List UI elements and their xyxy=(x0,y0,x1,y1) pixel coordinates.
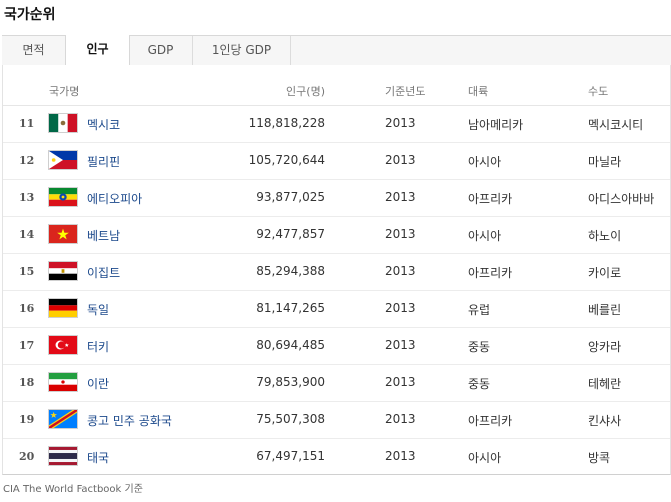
rank-number: 14 xyxy=(19,228,35,241)
header-country: 국가명 xyxy=(49,85,80,98)
ranking-table: 국가명 인구(명) 기준년도 대륙 수도 11 멕시코 118,818,228 … xyxy=(2,65,671,475)
country-name-link[interactable]: 이집트 xyxy=(87,264,120,281)
capital-value: 하노이 xyxy=(588,229,622,243)
table-row: 14 베트남 92,477,857 2013 아시아 하노이 xyxy=(3,216,670,254)
capital-value: 앙카라 xyxy=(588,340,622,354)
germany-flag-icon xyxy=(48,298,78,318)
iran-flag-icon xyxy=(48,372,78,392)
capital-value: 테헤란 xyxy=(588,377,622,391)
population-value: 79,853,900 xyxy=(256,375,325,389)
header-continent: 대륙 xyxy=(468,85,489,98)
year-value: 2013 xyxy=(385,338,416,352)
tab-gdp[interactable]: GDP xyxy=(129,36,193,65)
country-name-link[interactable]: 독일 xyxy=(87,301,109,318)
table-row: 13 에티오피아 93,877,025 2013 아프리카 아디스아바바 xyxy=(3,179,670,217)
rank-number: 12 xyxy=(19,154,35,167)
header-year: 기준년도 xyxy=(385,85,426,98)
turkey-flag-icon xyxy=(48,335,78,355)
year-value: 2013 xyxy=(385,449,416,463)
tab-area[interactable]: 면적 xyxy=(2,36,66,65)
country-name-link[interactable]: 필리핀 xyxy=(87,153,120,170)
capital-value: 아디스아바바 xyxy=(588,192,655,206)
rank-number: 16 xyxy=(19,302,35,315)
vietnam-flag-icon xyxy=(48,224,78,244)
country-name-link[interactable]: 콩고 민주 공화국 xyxy=(87,412,172,429)
capital-value: 베를린 xyxy=(588,303,622,317)
continent-value: 남아메리카 xyxy=(468,118,524,132)
header-population: 인구(명) xyxy=(286,85,325,98)
table-row: 15 이집트 85,294,388 2013 아프리카 카이로 xyxy=(3,253,670,291)
year-value: 2013 xyxy=(385,301,416,315)
rank-number: 20 xyxy=(19,450,35,463)
continent-value: 아시아 xyxy=(468,155,502,169)
thailand-flag-icon xyxy=(48,446,78,466)
population-value: 93,877,025 xyxy=(256,190,325,204)
table-row: 11 멕시코 118,818,228 2013 남아메리카 멕시코시티 xyxy=(3,105,670,143)
philippines-flag-icon xyxy=(48,150,78,170)
rank-number: 11 xyxy=(19,117,35,130)
capital-value: 킨샤사 xyxy=(588,414,622,428)
egypt-flag-icon xyxy=(48,261,78,281)
population-value: 75,507,308 xyxy=(256,412,325,426)
year-value: 2013 xyxy=(385,190,416,204)
dr-congo-flag-icon xyxy=(48,409,78,429)
tab-population[interactable]: 인구 xyxy=(65,35,130,66)
country-name-link[interactable]: 에티오피아 xyxy=(87,190,142,207)
table-header: 국가명 인구(명) 기준년도 대륙 수도 xyxy=(3,65,670,106)
rank-number: 19 xyxy=(19,413,35,426)
continent-value: 아프리카 xyxy=(468,414,513,428)
continent-value: 아프리카 xyxy=(468,192,513,206)
header-capital: 수도 xyxy=(588,85,609,98)
population-value: 105,720,644 xyxy=(248,153,325,167)
mexico-flag-icon xyxy=(48,113,78,133)
capital-value: 카이로 xyxy=(588,266,622,280)
category-tabs: 면적 인구 GDP 1인당 GDP xyxy=(2,35,671,66)
continent-value: 중동 xyxy=(468,377,491,391)
table-row: 18 이란 79,853,900 2013 중동 테헤란 xyxy=(3,364,670,402)
tab-gdp-per-capita[interactable]: 1인당 GDP xyxy=(193,36,291,65)
year-value: 2013 xyxy=(385,116,416,130)
table-row: 12 필리핀 105,720,644 2013 아시아 마닐라 xyxy=(3,142,670,180)
year-value: 2013 xyxy=(385,375,416,389)
table-row: 19 콩고 민주 공화국 75,507,308 2013 아프리카 킨샤사 xyxy=(3,401,670,439)
ethiopia-flag-icon xyxy=(48,187,78,207)
population-value: 67,497,151 xyxy=(256,449,325,463)
source-note: CIA The World Factbook 기준 xyxy=(3,484,143,495)
year-value: 2013 xyxy=(385,153,416,167)
capital-value: 멕시코시티 xyxy=(588,118,644,132)
rank-number: 17 xyxy=(19,339,35,352)
country-name-link[interactable]: 태국 xyxy=(87,449,109,466)
capital-value: 방콕 xyxy=(588,451,611,465)
population-value: 85,294,388 xyxy=(256,264,325,278)
country-name-link[interactable]: 터키 xyxy=(87,338,109,355)
continent-value: 유럽 xyxy=(468,303,491,317)
rank-number: 15 xyxy=(19,265,35,278)
continent-value: 중동 xyxy=(468,340,491,354)
country-name-link[interactable]: 베트남 xyxy=(87,227,120,244)
page-title: 국가순위 xyxy=(4,7,56,23)
continent-value: 아시아 xyxy=(468,451,502,465)
country-name-link[interactable]: 이란 xyxy=(87,375,109,392)
table-row: 16 독일 81,147,265 2013 유럽 베를린 xyxy=(3,290,670,328)
table-row: 20 태국 67,497,151 2013 아시아 방콕 xyxy=(3,438,670,475)
population-value: 92,477,857 xyxy=(256,227,325,241)
year-value: 2013 xyxy=(385,412,416,426)
year-value: 2013 xyxy=(385,264,416,278)
population-value: 80,694,485 xyxy=(256,338,325,352)
table-row: 17 터키 80,694,485 2013 중동 앙카라 xyxy=(3,327,670,365)
population-value: 81,147,265 xyxy=(256,301,325,315)
rank-number: 13 xyxy=(19,191,35,204)
rank-number: 18 xyxy=(19,376,35,389)
capital-value: 마닐라 xyxy=(588,155,622,169)
year-value: 2013 xyxy=(385,227,416,241)
continent-value: 아시아 xyxy=(468,229,502,243)
continent-value: 아프리카 xyxy=(468,266,513,280)
population-value: 118,818,228 xyxy=(248,116,325,130)
country-name-link[interactable]: 멕시코 xyxy=(87,116,120,133)
